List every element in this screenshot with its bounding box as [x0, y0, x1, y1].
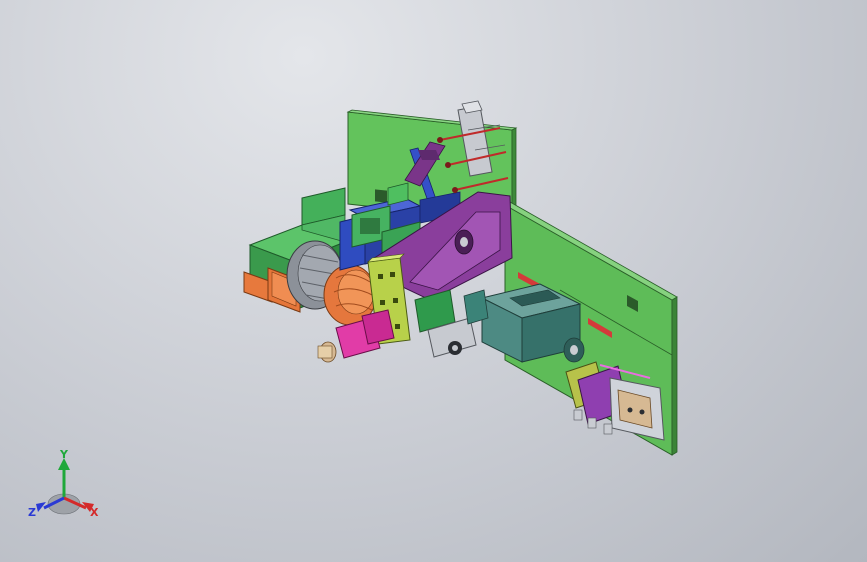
cad-viewport[interactable]: Y X Z: [0, 0, 867, 562]
y-axis-label: Y: [59, 448, 69, 461]
z-axis-label: Z: [28, 506, 36, 519]
x-axis-label: X: [90, 506, 99, 519]
coordinate-triad[interactable]: Y X Z: [24, 446, 104, 526]
cad-assembly-model[interactable]: [0, 0, 867, 562]
